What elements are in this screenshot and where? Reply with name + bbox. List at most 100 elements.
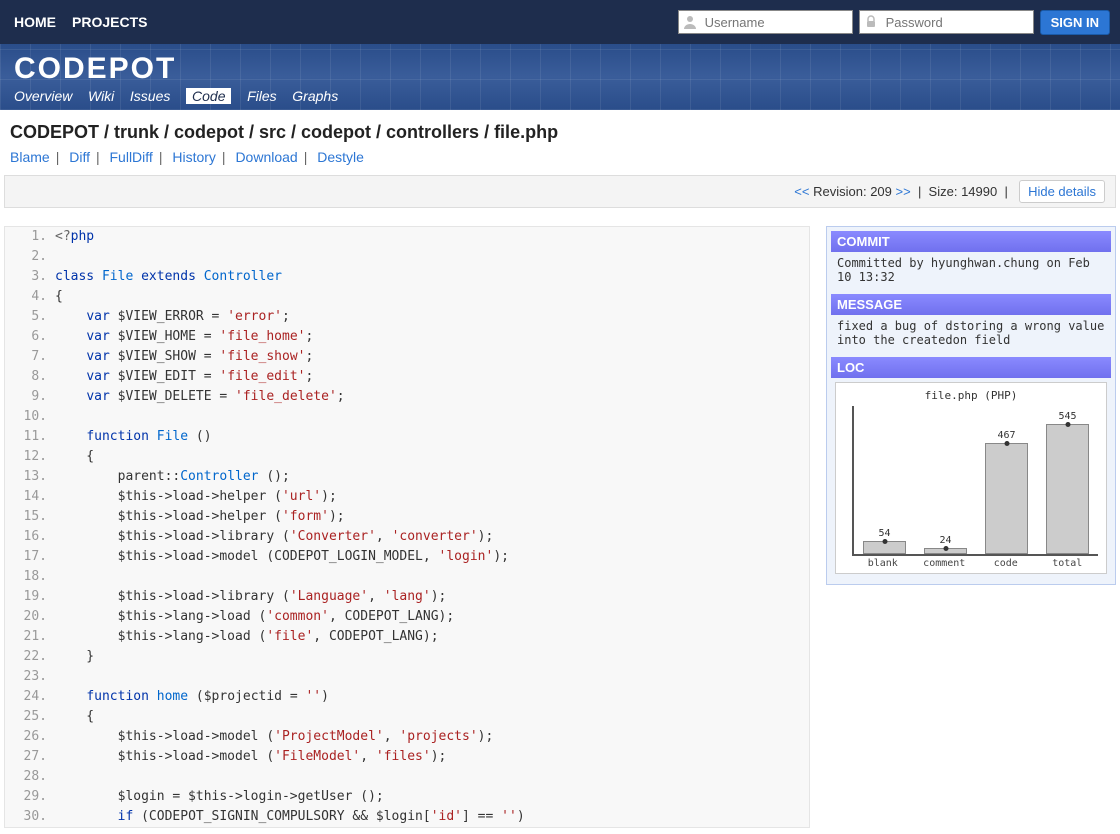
source-text: { bbox=[55, 447, 94, 467]
action-blame[interactable]: Blame bbox=[10, 149, 50, 165]
code-line: 11. function File () bbox=[5, 427, 809, 447]
source-text: var $VIEW_EDIT = 'file_edit'; bbox=[55, 367, 313, 387]
tab-files[interactable]: Files bbox=[247, 88, 277, 104]
signin-button[interactable]: SIGN IN bbox=[1040, 10, 1110, 35]
line-number: 19. bbox=[5, 587, 55, 607]
line-number: 23. bbox=[5, 667, 55, 687]
password-input[interactable] bbox=[859, 10, 1034, 34]
line-number: 12. bbox=[5, 447, 55, 467]
source-text: $this->load->helper ('form'); bbox=[55, 507, 345, 527]
rev-label: Revision: bbox=[813, 184, 866, 199]
source-text: { bbox=[55, 287, 63, 307]
line-number: 17. bbox=[5, 547, 55, 567]
line-number: 28. bbox=[5, 767, 55, 787]
chart-bar: 54 bbox=[854, 406, 915, 554]
hide-details-button[interactable]: Hide details bbox=[1019, 180, 1105, 203]
chart-category-label: total bbox=[1037, 558, 1099, 569]
tab-issues[interactable]: Issues bbox=[130, 88, 170, 104]
code-line: 28. bbox=[5, 767, 809, 787]
chart-category-label: comment bbox=[914, 558, 976, 569]
details-sidebar: COMMIT Committed by hyunghwan.chung on F… bbox=[826, 226, 1116, 585]
source-text: $this->lang->load ('common', CODEPOT_LAN… bbox=[55, 607, 454, 627]
code-line: 22. } bbox=[5, 647, 809, 667]
code-line: 7. var $VIEW_SHOW = 'file_show'; bbox=[5, 347, 809, 367]
code-line: 12. { bbox=[5, 447, 809, 467]
source-text: parent::Controller (); bbox=[55, 467, 290, 487]
code-line: 27. $this->load->model ('FileModel', 'fi… bbox=[5, 747, 809, 767]
source-text: class File extends Controller bbox=[55, 267, 290, 287]
source-text: $this->lang->load ('file', CODEPOT_LANG)… bbox=[55, 627, 439, 647]
code-line: 30. if (CODEPOT_SIGNIN_COMPULSORY && $lo… bbox=[5, 807, 809, 827]
line-number: 24. bbox=[5, 687, 55, 707]
rev-prev[interactable]: << bbox=[794, 184, 809, 199]
code-viewer: 1.<?php2.3.class File extends Controller… bbox=[4, 226, 810, 828]
code-line: 2. bbox=[5, 247, 809, 267]
action-destyle[interactable]: Destyle bbox=[317, 149, 364, 165]
user-icon bbox=[682, 14, 698, 30]
revision-bar: << Revision: 209 >> | Size: 14990 | Hide… bbox=[4, 175, 1116, 208]
nav-home[interactable]: HOME bbox=[10, 10, 60, 34]
source-text: var $VIEW_ERROR = 'error'; bbox=[55, 307, 290, 327]
code-line: 18. bbox=[5, 567, 809, 587]
source-text: if (CODEPOT_SIGNIN_COMPULSORY && $login[… bbox=[55, 807, 525, 827]
line-number: 6. bbox=[5, 327, 55, 347]
tab-graphs[interactable]: Graphs bbox=[292, 88, 338, 104]
source-text: $this->load->model (CODEPOT_LOGIN_MODEL,… bbox=[55, 547, 509, 567]
code-line: 23. bbox=[5, 667, 809, 687]
tab-code[interactable]: Code bbox=[186, 88, 231, 104]
line-number: 14. bbox=[5, 487, 55, 507]
loc-heading: LOC bbox=[831, 357, 1111, 378]
main-tabs: Overview Wiki Issues Code Files Graphs bbox=[14, 88, 1106, 104]
chart-bar: 545 bbox=[1037, 406, 1098, 554]
site-title: CODEPOT bbox=[14, 52, 1106, 86]
source-text: $this->load->helper ('url'); bbox=[55, 487, 337, 507]
tab-wiki[interactable]: Wiki bbox=[88, 88, 114, 104]
line-number: 9. bbox=[5, 387, 55, 407]
source-text: $this->load->library ('Converter', 'conv… bbox=[55, 527, 493, 547]
code-line: 13. parent::Controller (); bbox=[5, 467, 809, 487]
main-area: 1.<?php2.3.class File extends Controller… bbox=[4, 226, 1116, 828]
commit-heading: COMMIT bbox=[831, 231, 1111, 252]
line-number: 20. bbox=[5, 607, 55, 627]
action-diff[interactable]: Diff bbox=[69, 149, 90, 165]
line-number: 4. bbox=[5, 287, 55, 307]
line-number: 25. bbox=[5, 707, 55, 727]
line-number: 11. bbox=[5, 427, 55, 447]
code-line: 1.<?php bbox=[5, 227, 809, 247]
rev-next[interactable]: >> bbox=[896, 184, 911, 199]
code-line: 20. $this->lang->load ('common', CODEPOT… bbox=[5, 607, 809, 627]
banner: CODEPOT Overview Wiki Issues Code Files … bbox=[0, 44, 1120, 110]
login-box: SIGN IN bbox=[678, 10, 1110, 35]
action-fulldiff[interactable]: FullDiff bbox=[110, 149, 153, 165]
size-value: 14990 bbox=[961, 184, 997, 199]
source-text: } bbox=[55, 647, 94, 667]
source-text: var $VIEW_SHOW = 'file_show'; bbox=[55, 347, 313, 367]
chart-category-label: blank bbox=[852, 558, 914, 569]
source-text: { bbox=[55, 707, 94, 727]
chart-title: file.php (PHP) bbox=[838, 389, 1104, 402]
action-history[interactable]: History bbox=[172, 149, 216, 165]
line-number: 22. bbox=[5, 647, 55, 667]
code-line: 16. $this->load->library ('Converter', '… bbox=[5, 527, 809, 547]
breadcrumb: CODEPOT / trunk / codepot / src / codepo… bbox=[0, 110, 1120, 149]
line-number: 3. bbox=[5, 267, 55, 287]
lock-icon bbox=[863, 14, 879, 30]
line-number: 8. bbox=[5, 367, 55, 387]
size-label: Size: bbox=[929, 184, 958, 199]
top-nav: HOME PROJECTS bbox=[10, 10, 151, 34]
code-line: 15. $this->load->helper ('form'); bbox=[5, 507, 809, 527]
code-line: 9. var $VIEW_DELETE = 'file_delete'; bbox=[5, 387, 809, 407]
chart-category-label: code bbox=[975, 558, 1037, 569]
action-download[interactable]: Download bbox=[235, 149, 297, 165]
source-text: function home ($projectid = '') bbox=[55, 687, 329, 707]
source-text: function File () bbox=[55, 427, 212, 447]
tab-overview[interactable]: Overview bbox=[14, 88, 72, 104]
source-text: var $VIEW_HOME = 'file_home'; bbox=[55, 327, 313, 347]
username-input[interactable] bbox=[678, 10, 853, 34]
line-number: 27. bbox=[5, 747, 55, 767]
line-number: 21. bbox=[5, 627, 55, 647]
code-line: 10. bbox=[5, 407, 809, 427]
source-text: var $VIEW_DELETE = 'file_delete'; bbox=[55, 387, 345, 407]
nav-projects[interactable]: PROJECTS bbox=[68, 10, 151, 34]
message-body: fixed a bug of dstoring a wrong value in… bbox=[831, 315, 1111, 355]
